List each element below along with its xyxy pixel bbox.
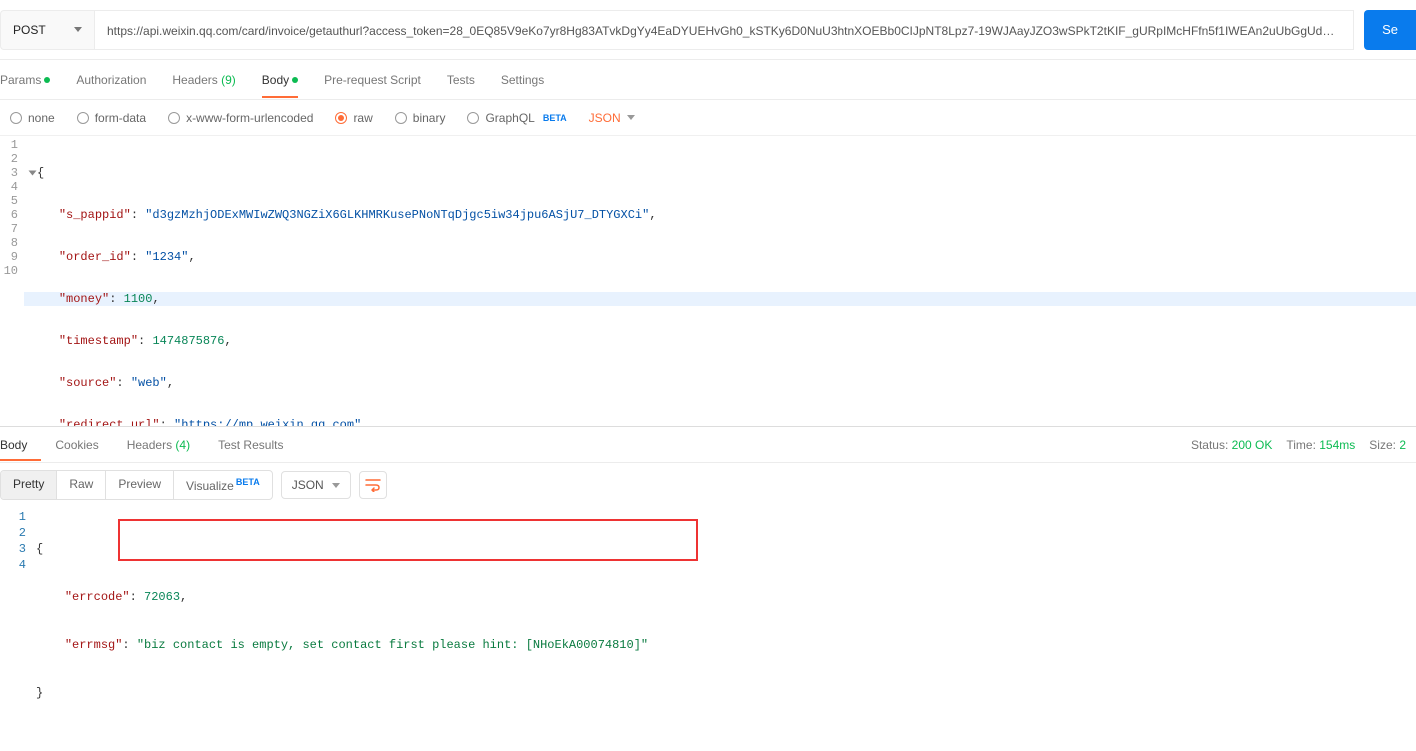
response-body-code: { "errcode": 72063, "errmsg": "biz conta… [36,507,1416,751]
radio-x-www-form-urlencoded[interactable]: x-www-form-urlencoded [168,111,313,125]
tab-headers[interactable]: Headers (9) [172,63,235,97]
radio-binary[interactable]: binary [395,111,446,125]
request-body-code: { "s_pappid": "d3gzMzhjODExMWIwZWQ3NGZiX… [24,136,1416,426]
tab-body[interactable]: Body [262,63,298,97]
response-status-bar: Status: 200 OK Time: 154ms Size: 2 [1191,438,1416,452]
wrap-icon [365,478,381,492]
body-type-row: none form-data x-www-form-urlencoded raw… [0,100,1416,136]
resp-tab-headers[interactable]: Headers (4) [113,430,204,460]
request-body-editor[interactable]: 1 2 3 4 5 6 7 8 9 10 { "s_pappid": "d3gz… [0,136,1416,426]
tab-params[interactable]: Params [0,63,50,97]
radio-raw[interactable]: raw [335,111,372,125]
radio-icon [168,112,180,124]
radio-graphql[interactable]: GraphQLBETA [467,111,566,125]
radio-icon [467,112,479,124]
resp-tab-tests[interactable]: Test Results [204,430,297,460]
resp-mode-raw[interactable]: Raw [57,471,106,499]
tab-prerequest[interactable]: Pre-request Script [324,63,421,97]
request-tabs: Params Authorization Headers (9) Body Pr… [0,60,1416,100]
response-tabs: Body Cookies Headers (4) Test Results St… [0,427,1416,463]
radio-icon [395,112,407,124]
http-method-label: POST [13,23,46,37]
tab-tests[interactable]: Tests [447,63,475,97]
radio-icon [77,112,89,124]
raw-format-select[interactable]: JSON [589,111,635,125]
radio-selected-icon [335,112,347,124]
send-button[interactable]: Se [1364,10,1416,50]
radio-icon [10,112,22,124]
line-gutter: 1 2 3 4 5 6 7 8 9 10 [0,136,24,426]
chevron-down-icon [332,483,340,488]
url-input[interactable]: https://api.weixin.qq.com/card/invoice/g… [95,10,1354,50]
response-format-select[interactable]: JSON [281,471,351,499]
resp-tab-body[interactable]: Body [0,430,41,460]
wrap-lines-button[interactable] [359,471,387,499]
resp-mode-preview[interactable]: Preview [106,471,174,499]
response-toolbar: Pretty Raw Preview VisualizeBETA JSON [0,463,1416,507]
resp-mode-visualize[interactable]: VisualizeBETA [174,471,272,499]
params-dot-icon [44,77,50,83]
chevron-down-icon [74,27,82,32]
response-view-mode: Pretty Raw Preview VisualizeBETA [0,470,273,500]
radio-form-data[interactable]: form-data [77,111,146,125]
resp-tab-cookies[interactable]: Cookies [41,430,112,460]
http-method-select[interactable]: POST [0,10,95,50]
chevron-down-icon [627,115,635,120]
tab-settings[interactable]: Settings [501,63,544,97]
resp-line-gutter: 1 2 3 4 [0,507,36,751]
response-body-editor[interactable]: 1 2 3 4 { "errcode": 72063, "errmsg": "b… [0,507,1416,751]
tab-authorization[interactable]: Authorization [76,63,146,97]
fold-icon[interactable] [29,170,37,175]
radio-none[interactable]: none [10,111,55,125]
body-dot-icon [292,77,298,83]
resp-mode-pretty[interactable]: Pretty [1,471,57,499]
